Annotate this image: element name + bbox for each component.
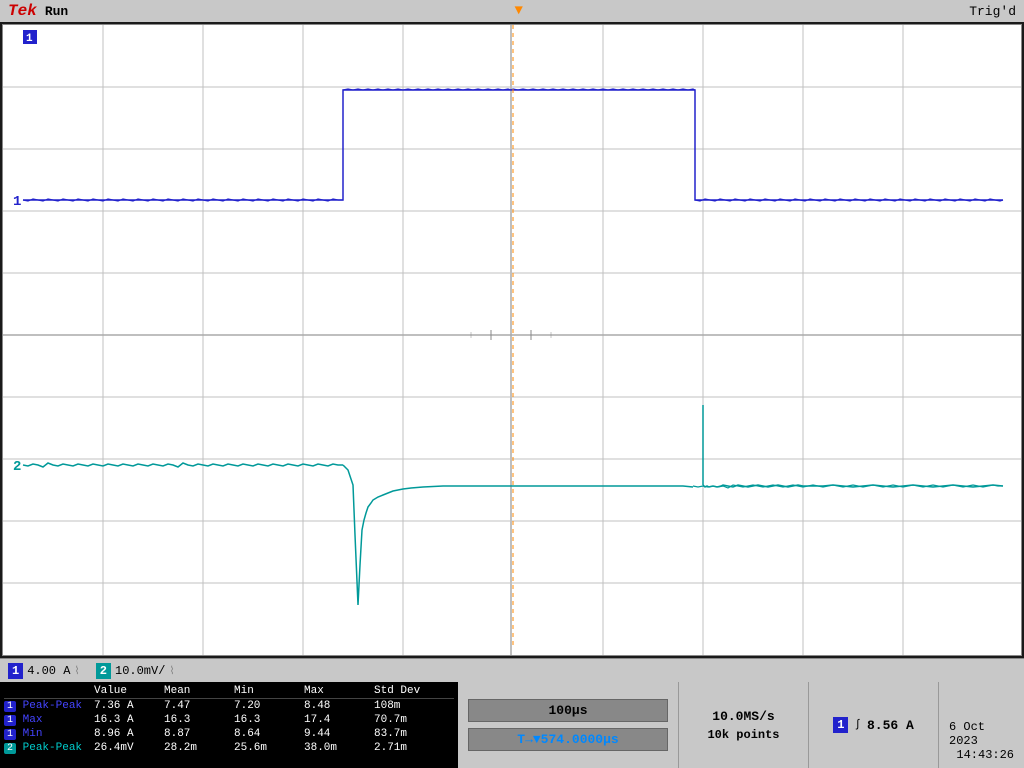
- row2-stddev: 70.7m: [374, 714, 454, 726]
- row3-min: 8.64: [234, 728, 304, 740]
- row4-max: 38.0m: [304, 742, 374, 754]
- measurements-table: Value Mean Min Max Std Dev 1 Peak-Peak 7…: [0, 682, 458, 768]
- row4-min: 25.6m: [234, 742, 304, 754]
- ch2-setting: 2 10.0mV/ ⌇: [96, 663, 175, 679]
- trig-status: Trig'd: [969, 4, 1016, 19]
- row1-ch: 1: [4, 701, 16, 712]
- ch2-coupling: ⌇: [169, 664, 174, 678]
- row1-value: 7.36 A: [94, 700, 164, 712]
- row1-stddev: 108m: [374, 700, 454, 712]
- row3-mean: 8.87: [164, 728, 234, 740]
- col-mean: Mean: [164, 685, 234, 697]
- row4-value: 26.4mV: [94, 742, 164, 754]
- channel-settings: 1 4.00 A ⌇ 2 10.0mV/ ⌇: [0, 658, 1024, 682]
- row1-label: 1 Peak-Peak: [4, 700, 94, 712]
- row2-min: 16.3: [234, 714, 304, 726]
- time-offset-box[interactable]: T→▼574.0000µs: [468, 728, 668, 751]
- run-status[interactable]: Run: [45, 4, 68, 19]
- row4-mean: 28.2m: [164, 742, 234, 754]
- measurements-row: Value Mean Min Max Std Dev 1 Peak-Peak 7…: [0, 682, 1024, 768]
- row3-label: 1 Min: [4, 728, 94, 740]
- oscilloscope: Tek Run ▼ Trig'd: [0, 0, 1024, 768]
- svg-text:1: 1: [26, 33, 33, 45]
- sample-rate[interactable]: 10.0MS/s: [712, 709, 774, 724]
- row2-value: 16.3 A: [94, 714, 164, 726]
- row1-mean: 7.47: [164, 700, 234, 712]
- row3-max: 9.44: [304, 728, 374, 740]
- bottom-bar: 1 4.00 A ⌇ 2 10.0mV/ ⌇ Value Mean Min Ma…: [0, 658, 1024, 768]
- sample-points[interactable]: 10k points: [707, 728, 779, 742]
- datetime-box: 6 Oct 2023 14:43:26: [938, 682, 1024, 768]
- svg-text:1: 1: [13, 194, 21, 210]
- col-min: Min: [234, 685, 304, 697]
- row2-max: 17.4: [304, 714, 374, 726]
- row4-stddev: 2.71m: [374, 742, 454, 754]
- ch2-indicator: 2: [96, 663, 111, 679]
- trigger-marker: ▼: [515, 3, 523, 19]
- row3-stddev: 83.7m: [374, 728, 454, 740]
- meas-header: Value Mean Min Max Std Dev: [4, 684, 454, 699]
- trig-ch-indicator: 1: [833, 717, 848, 733]
- brand-label: Tek: [8, 2, 37, 20]
- trig-settings: 1 ∫ 8.56 A: [808, 682, 938, 768]
- row2-label: 1 Max: [4, 714, 94, 726]
- ch1-coupling: ⌇: [74, 664, 79, 678]
- date-label: 6 Oct 2023: [949, 720, 1014, 748]
- table-row: 1 Min 8.96 A 8.87 8.64 9.44 83.7m: [4, 727, 454, 741]
- ch2-scale[interactable]: 10.0mV/: [115, 664, 165, 678]
- table-row: 2 Peak-Peak 26.4mV 28.2m 25.6m 38.0m 2.7…: [4, 741, 454, 755]
- ch1-indicator: 1: [8, 663, 23, 679]
- top-bar: Tek Run ▼ Trig'd: [0, 0, 1024, 22]
- table-row: 1 Max 16.3 A 16.3 16.3 17.4 70.7m: [4, 713, 454, 727]
- time-label: 14:43:26: [956, 748, 1014, 762]
- time-settings: 100µs T→▼574.0000µs: [458, 682, 678, 768]
- col-name: [4, 685, 94, 697]
- row4-ch: 2: [4, 743, 16, 754]
- col-value: Value: [94, 685, 164, 697]
- trig-value[interactable]: 8.56 A: [867, 718, 914, 733]
- grid-svg: 1 2 1: [3, 25, 1021, 655]
- table-row: 1 Peak-Peak 7.36 A 7.47 7.20 8.48 108m: [4, 699, 454, 713]
- col-stddev: Std Dev: [374, 685, 454, 697]
- time-scale-box[interactable]: 100µs: [468, 699, 668, 722]
- trig-info: 1 ∫ 8.56 A: [833, 717, 914, 733]
- row4-label: 2 Peak-Peak: [4, 742, 94, 754]
- row3-ch: 1: [4, 729, 16, 740]
- row1-min: 7.20: [234, 700, 304, 712]
- sample-settings: 10.0MS/s 10k points: [678, 682, 808, 768]
- row2-ch: 1: [4, 715, 16, 726]
- row2-mean: 16.3: [164, 714, 234, 726]
- col-max: Max: [304, 685, 374, 697]
- row3-value: 8.96 A: [94, 728, 164, 740]
- trig-icon: ∫: [854, 719, 861, 731]
- row1-max: 8.48: [304, 700, 374, 712]
- display-area: 1 2 1: [2, 24, 1022, 656]
- ch1-scale[interactable]: 4.00 A: [27, 664, 70, 678]
- ch1-setting: 1 4.00 A ⌇: [8, 663, 80, 679]
- svg-text:2: 2: [13, 459, 21, 475]
